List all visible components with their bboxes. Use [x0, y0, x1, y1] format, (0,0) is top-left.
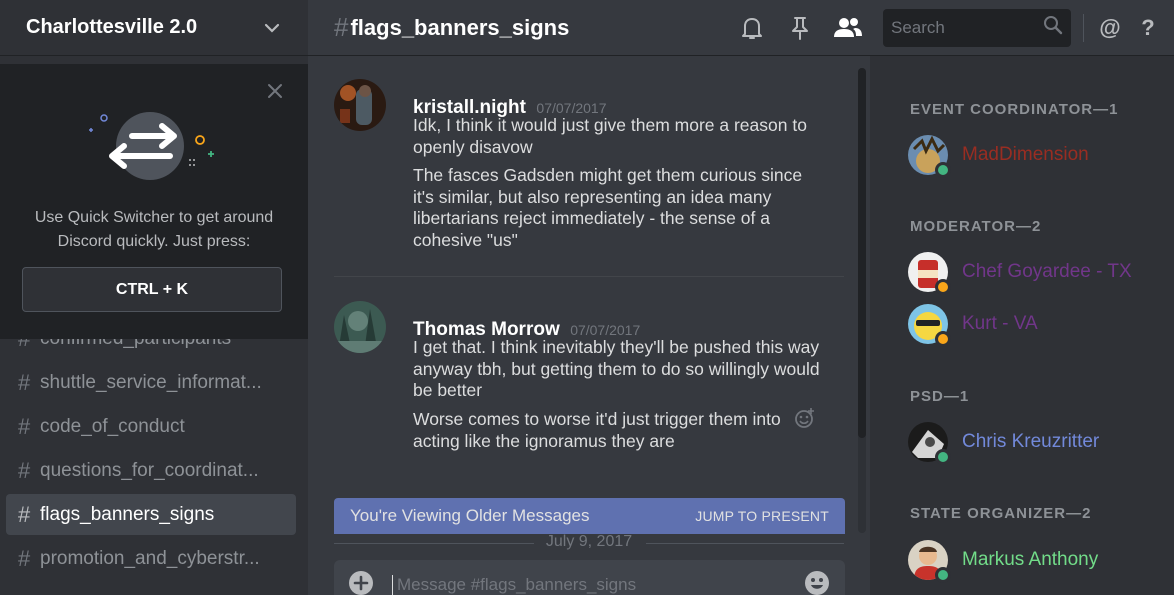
channel-item-shuttle-service[interactable]: # shuttle_service_informat...	[6, 362, 296, 403]
date-divider-text: July 9, 2017	[545, 533, 633, 550]
member-name: MadDimension	[962, 144, 1089, 165]
channel-item-code-of-conduct[interactable]: # code_of_conduct	[6, 406, 296, 447]
server-name: Charlottesville 2.0	[26, 16, 198, 38]
message-separator	[334, 276, 844, 277]
channel-name: promotion_and_cyberstr...	[40, 547, 260, 569]
hash-icon: #	[18, 413, 31, 439]
scrollbar-thumb[interactable]	[858, 68, 866, 438]
member-name: Kurt - VA	[962, 313, 1038, 334]
channel-name: questions_for_coordinat...	[40, 459, 259, 481]
channel-name: shuttle_service_informat...	[40, 371, 262, 393]
channel-item-promotion[interactable]: # promotion_and_cyberstr...	[6, 538, 296, 579]
bell-icon[interactable]	[737, 13, 767, 43]
avatar	[908, 422, 951, 465]
status-online-icon	[935, 567, 951, 583]
message-composer	[334, 560, 845, 595]
status-online-icon	[935, 449, 951, 465]
channel-header: # flags_banners_signs @ ?	[308, 0, 1174, 56]
avatar[interactable]	[334, 79, 386, 131]
role-header: PSD—1	[910, 388, 970, 405]
channel-name: flags_banners_signs	[40, 503, 215, 525]
avatar	[908, 304, 951, 347]
channel-sidebar: Charlottesville 2.0 # confirmed_particip…	[0, 0, 308, 595]
message-text: Idk, I think it would just give them mor…	[413, 115, 807, 157]
role-header: MODERATOR—2	[910, 218, 1042, 235]
message-input[interactable]	[392, 575, 803, 595]
quick-switcher-line1: Use Quick Switcher to get around	[34, 209, 274, 226]
quick-switcher-shortcut[interactable]: CTRL + K	[22, 267, 282, 312]
add-reaction-icon[interactable]	[794, 407, 816, 429]
status-idle-icon	[935, 331, 951, 347]
discord-window: Charlottesville 2.0 # confirmed_particip…	[0, 0, 1174, 595]
message-timestamp: 07/07/2017	[570, 322, 641, 338]
header-divider	[1083, 13, 1084, 42]
quick-switcher-popup: Use Quick Switcher to get around Discord…	[0, 64, 308, 339]
member-name: Chris Kreuzritter	[962, 431, 1100, 452]
member-list: EVENT COORDINATOR—1 MadDimension MODERAT…	[870, 56, 1174, 595]
channel-list: # confirmed_participants # shuttle_servi…	[6, 318, 296, 582]
quick-switcher-line2: Discord quickly. Just press:	[57, 233, 251, 250]
older-messages-text: You're Viewing Older Messages	[350, 506, 590, 525]
member-item[interactable]: Chris Kreuzritter	[908, 420, 1168, 465]
upload-icon[interactable]	[348, 570, 374, 595]
channel-hash: #	[334, 12, 349, 42]
avatar	[908, 252, 951, 295]
hash-icon: #	[18, 457, 31, 483]
swap-arrows-icon	[89, 112, 214, 180]
search-box[interactable]	[883, 8, 1071, 47]
role-header: STATE ORGANIZER—2	[910, 505, 1092, 522]
status-online-icon	[935, 162, 951, 178]
jump-to-present-button[interactable]: JUMP TO PRESENT	[695, 508, 829, 524]
channel-item-flags-banners-signs[interactable]: # flags_banners_signs	[6, 494, 296, 535]
quick-switcher-text: Use Quick Switcher to get around Discord…	[0, 206, 308, 254]
channel-title: flags_banners_signs	[350, 14, 570, 40]
message-text: The fasces Gadsden might get them curiou…	[413, 165, 803, 250]
chevron-down-icon[interactable]	[262, 18, 282, 38]
message-group: Thomas Morrow 07/07/2017 I get that. I t…	[334, 301, 854, 481]
hash-icon: #	[18, 545, 31, 571]
members-icon[interactable]	[833, 13, 863, 43]
emoji-icon[interactable]	[803, 569, 831, 595]
older-messages-bar: You're Viewing Older Messages JUMP TO PR…	[334, 498, 845, 534]
search-icon[interactable]	[1043, 15, 1063, 40]
avatar[interactable]	[334, 301, 386, 353]
member-name: Markus Anthony	[962, 549, 1099, 570]
avatar	[908, 540, 951, 583]
hash-icon: #	[18, 501, 31, 527]
member-item[interactable]: MadDimension	[908, 133, 1168, 178]
close-icon[interactable]	[266, 82, 284, 100]
channel-name: code_of_conduct	[40, 415, 185, 437]
avatar	[908, 135, 951, 178]
status-idle-icon	[935, 279, 951, 295]
member-name: Chef Goyardee - TX	[962, 261, 1132, 282]
help-icon[interactable]: ?	[1136, 15, 1160, 41]
member-item[interactable]: Markus Anthony	[908, 538, 1168, 583]
date-divider: July 9, 2017	[334, 530, 844, 558]
pin-icon[interactable]	[785, 13, 815, 43]
member-item[interactable]: Chef Goyardee - TX	[908, 250, 1168, 295]
role-header: EVENT COORDINATOR—1	[910, 101, 1119, 118]
message-text: Worse comes to worse it'd just trigger t…	[413, 409, 781, 451]
message-group: kristall.night 07/07/2017 Idk, I think i…	[334, 79, 854, 259]
mention-icon[interactable]: @	[1098, 15, 1122, 41]
member-item[interactable]: Kurt - VA	[908, 302, 1168, 347]
message-timestamp: 07/07/2017	[536, 100, 607, 116]
channel-item-questions[interactable]: # questions_for_coordinat...	[6, 450, 296, 491]
message-text: I get that. I think inevitably they'll b…	[413, 337, 820, 400]
hash-icon: #	[18, 369, 31, 395]
server-header[interactable]: Charlottesville 2.0	[0, 0, 308, 56]
search-input[interactable]	[891, 17, 1043, 38]
